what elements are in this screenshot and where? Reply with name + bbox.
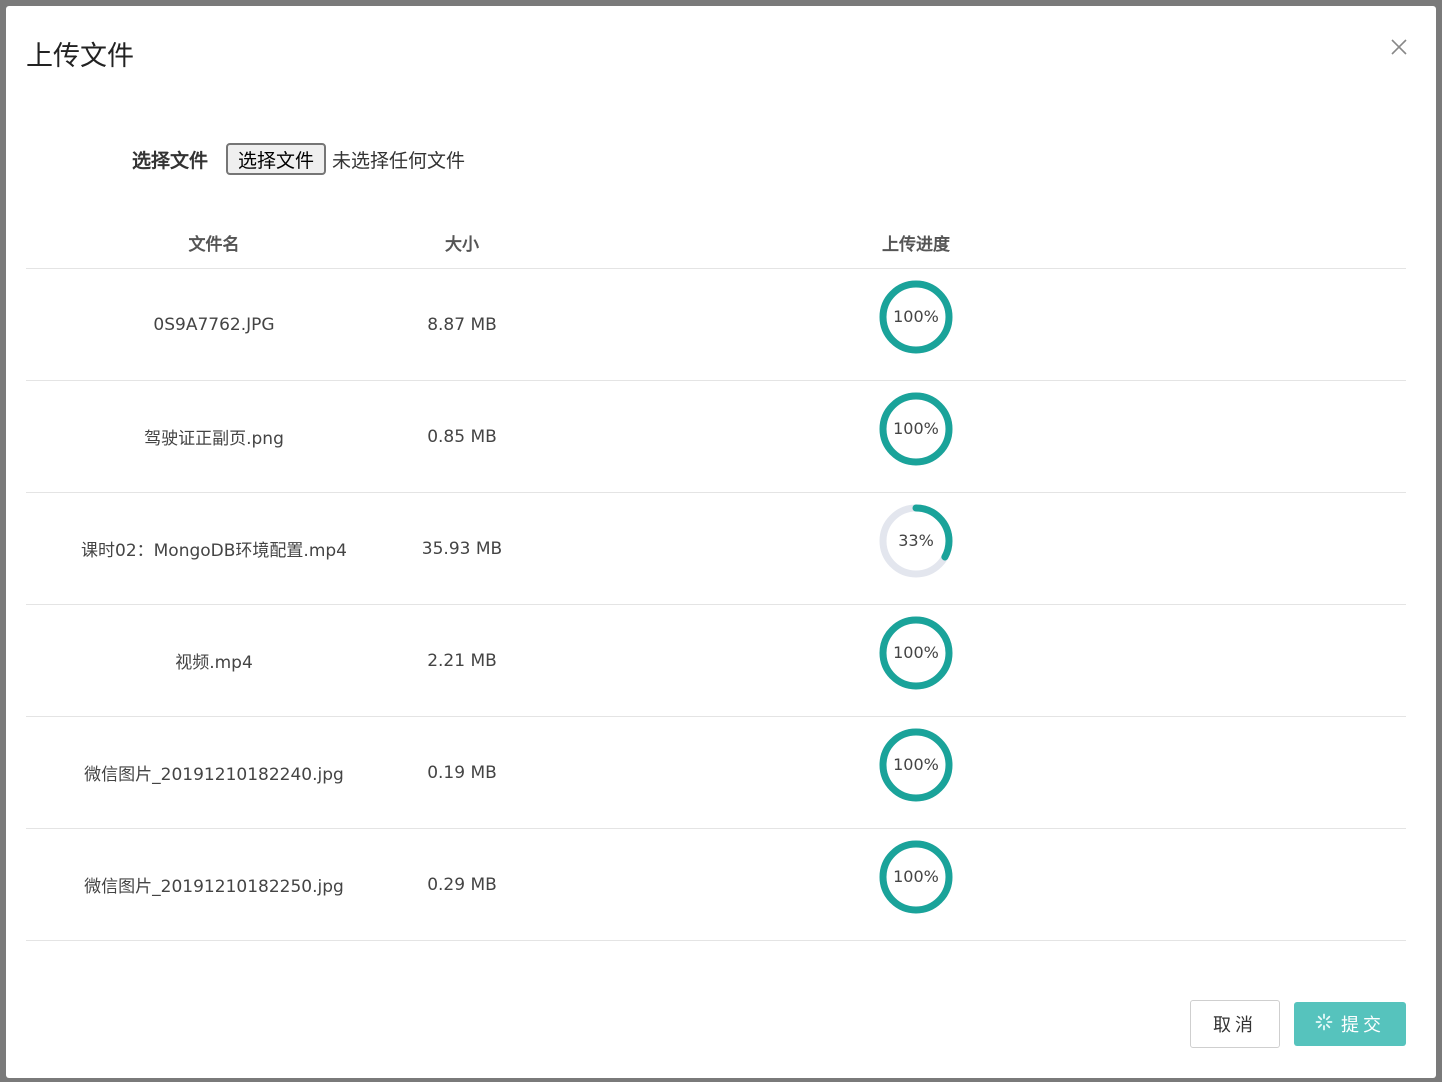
progress-percent: 100%	[893, 867, 939, 886]
header-size: 大小	[445, 234, 479, 255]
table-body: 0S9A7762.JPG 8.87 MB 100% 驾驶证正副页.png 0.85 MB…	[26, 269, 1406, 941]
header-filename: 文件名	[188, 234, 240, 255]
progress-ring: 100%	[877, 614, 955, 692]
cancel-button[interactable]: 取消	[1190, 1000, 1280, 1048]
progress-percent: 100%	[893, 755, 939, 774]
file-size-cell: 35.93 MB	[421, 538, 503, 559]
upload-table: 文件名 大小 上传进度 0S9A7762.JPG 8.87 MB 100% 驾驶证正副…	[26, 216, 1406, 941]
file-name-cell: 微信图片_20191210182250.jpg	[84, 877, 344, 897]
progress-percent: 33%	[898, 531, 934, 550]
table-row: 0S9A7762.JPG 8.87 MB 100%	[26, 269, 1406, 381]
file-size-cell: 0.85 MB	[427, 426, 497, 447]
progress-ring: 33%	[877, 502, 955, 580]
progress-cell: 100%	[534, 616, 1298, 697]
file-input-label: 选择文件	[132, 149, 209, 172]
file-name-cell: 0S9A7762.JPG	[153, 314, 275, 335]
table-header: 文件名 大小 上传进度	[26, 216, 1406, 269]
file-input-row: 选择文件 选择文件 未选择任何文件	[132, 142, 465, 176]
dialog-footer: 取消 提交	[1190, 1000, 1406, 1048]
file-size-cell: 2.21 MB	[427, 650, 497, 671]
progress-percent: 100%	[893, 419, 939, 438]
file-size-cell: 8.87 MB	[427, 314, 497, 335]
close-icon[interactable]	[1388, 36, 1410, 58]
submit-label: 提交	[1341, 1015, 1385, 1036]
table-row: 驾驶证正副页.png 0.85 MB 100%	[26, 381, 1406, 493]
dialog-title: 上传文件	[26, 41, 134, 72]
progress-ring: 100%	[877, 278, 955, 356]
submit-button[interactable]: 提交	[1294, 1002, 1406, 1046]
file-size-cell: 0.29 MB	[427, 874, 497, 895]
progress-cell: 100%	[534, 280, 1298, 361]
loading-spinner-icon	[1315, 1013, 1333, 1036]
progress-percent: 100%	[893, 643, 939, 662]
table-row: 视频.mp4 2.21 MB 100%	[26, 605, 1406, 717]
progress-cell: 100%	[534, 392, 1298, 473]
progress-cell: 33%	[534, 504, 1298, 585]
file-name-cell: 课时02：MongoDB环境配置.mp4	[81, 541, 347, 561]
choose-file-button[interactable]: 选择文件	[226, 143, 327, 175]
upload-dialog: 上传文件 选择文件 选择文件 未选择任何文件 文件名 大小 上传进度 0S9A7…	[6, 6, 1436, 1078]
table-row: 微信图片_20191210182240.jpg 0.19 MB 100%	[26, 717, 1406, 829]
progress-percent: 100%	[893, 307, 939, 326]
progress-ring: 100%	[877, 390, 955, 468]
header-progress: 上传进度	[882, 234, 950, 255]
progress-cell: 100%	[534, 728, 1298, 809]
table-row: 课时02：MongoDB环境配置.mp4 35.93 MB 33%	[26, 493, 1406, 605]
table-row: 微信图片_20191210182250.jpg 0.29 MB 100%	[26, 829, 1406, 941]
file-name-cell: 驾驶证正副页.png	[144, 429, 284, 449]
file-input-status: 未选择任何文件	[332, 149, 466, 172]
progress-cell: 100%	[534, 840, 1298, 921]
file-name-cell: 微信图片_20191210182240.jpg	[84, 765, 344, 785]
file-name-cell: 视频.mp4	[175, 653, 253, 673]
progress-ring: 100%	[877, 838, 955, 916]
progress-ring: 100%	[877, 726, 955, 804]
file-size-cell: 0.19 MB	[427, 762, 497, 783]
